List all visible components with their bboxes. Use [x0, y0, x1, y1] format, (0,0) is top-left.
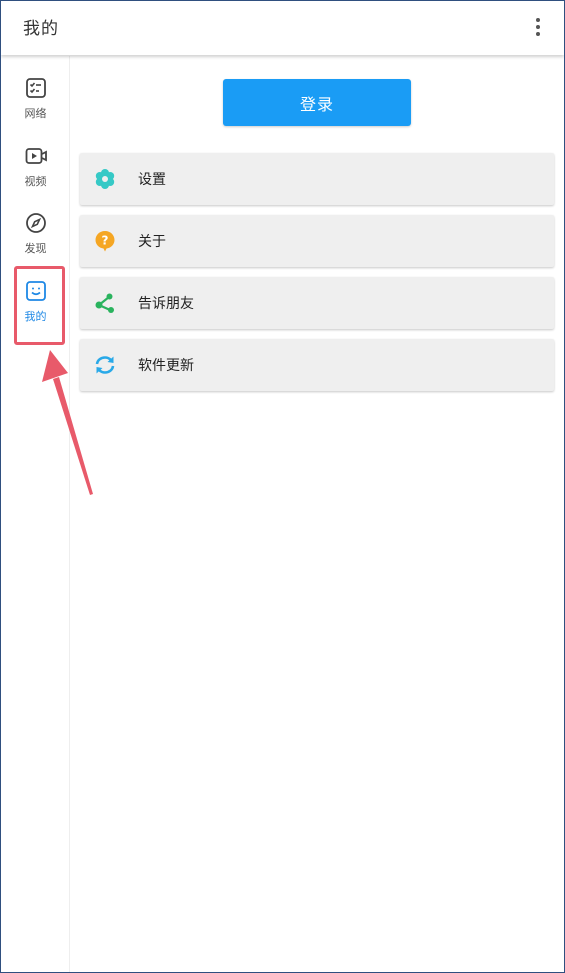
page-title: 我的 — [23, 19, 59, 39]
more-options-icon[interactable] — [526, 13, 550, 41]
menu-item-share[interactable]: 告诉朋友 — [80, 277, 554, 329]
app-bar: 我的 — [1, 1, 564, 55]
menu-item-label: 软件更新 — [138, 358, 194, 374]
menu-item-update[interactable]: 软件更新 — [80, 339, 554, 391]
app-window: 我的 网络 视频 发现 我的 登录 设置 ? 关于 告诉朋友 软件更新 — [0, 0, 565, 973]
menu-item-about[interactable]: ? 关于 — [80, 215, 554, 267]
menu-item-label: 告诉朋友 — [138, 296, 194, 312]
menu-item-label: 关于 — [138, 234, 166, 250]
main-content: 登录 设置 ? 关于 告诉朋友 软件更新 — [71, 56, 564, 972]
menu-item-label: 设置 — [138, 172, 166, 188]
annotation-arrow — [42, 350, 93, 495]
login-button[interactable]: 登录 — [223, 79, 411, 126]
menu-item-settings[interactable]: 设置 — [80, 153, 554, 205]
